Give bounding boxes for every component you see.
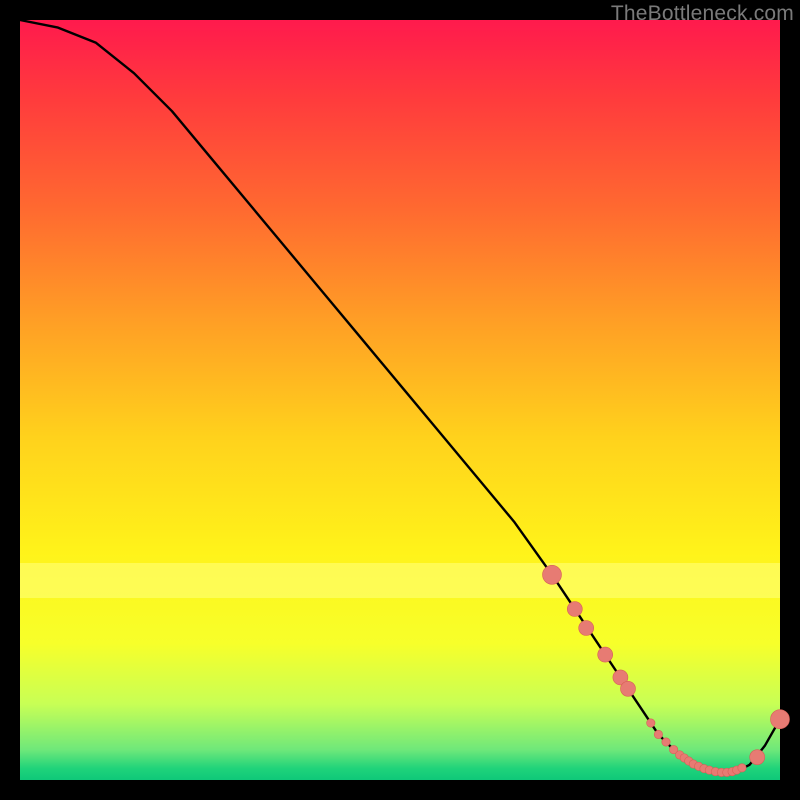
data-marker xyxy=(567,602,582,617)
bottleneck-curve xyxy=(20,20,780,772)
data-marker xyxy=(654,730,662,738)
data-marker xyxy=(647,719,655,727)
data-marker xyxy=(750,750,765,765)
data-marker xyxy=(579,621,594,636)
data-marker xyxy=(771,710,790,729)
marker-group-large xyxy=(543,565,790,728)
watermark-text: TheBottleneck.com xyxy=(611,2,794,26)
marker-group-small xyxy=(647,719,747,777)
data-marker xyxy=(621,681,636,696)
chart-stage: TheBottleneck.com xyxy=(0,0,800,800)
curve-layer xyxy=(20,20,780,780)
data-marker xyxy=(662,738,670,746)
data-marker xyxy=(543,565,562,584)
plot-area xyxy=(20,20,780,780)
data-marker xyxy=(598,647,613,662)
data-marker xyxy=(738,764,746,772)
